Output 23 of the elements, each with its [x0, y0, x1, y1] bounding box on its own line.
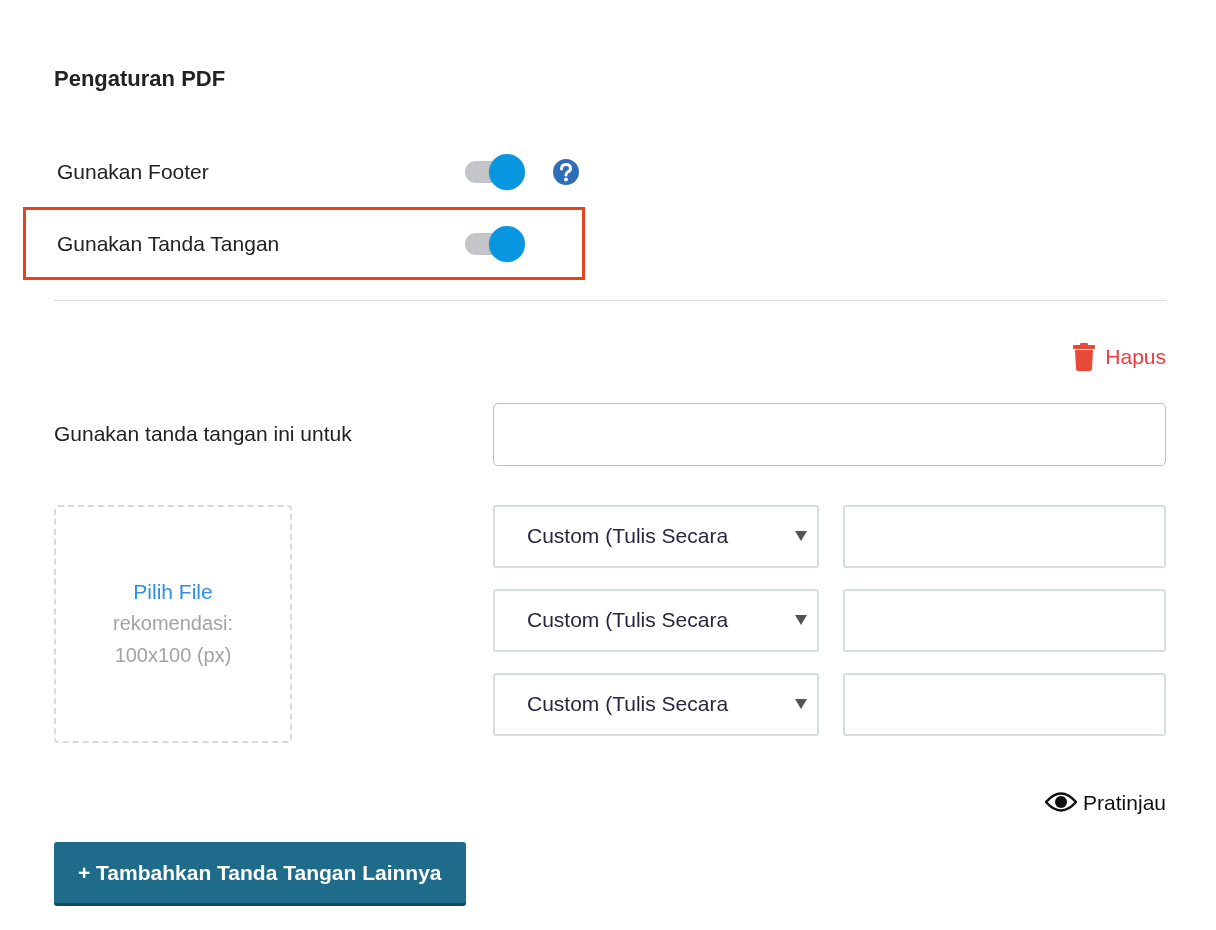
add-signature-button[interactable]: + Tambahkan Tanda Tangan Lainnya — [54, 842, 466, 906]
role-select[interactable]: Custom (Tulis Secara — [493, 504, 819, 568]
name-input[interactable] — [843, 672, 1166, 736]
eye-icon — [1045, 791, 1078, 814]
toggle-switch[interactable] — [465, 153, 525, 190]
help-icon[interactable] — [552, 157, 580, 186]
toggle-switch[interactable] — [465, 225, 525, 262]
usage-input[interactable] — [493, 402, 1166, 466]
role-select[interactable]: Custom (Tulis Secara — [493, 588, 819, 652]
dropdown-caret-icon — [795, 531, 807, 541]
field-label: Gunakan tanda tangan ini untuk — [54, 421, 353, 448]
setting-label: Gunakan Tanda Tangan — [57, 230, 281, 257]
name-input[interactable] — [843, 504, 1166, 568]
trash-icon — [1073, 342, 1096, 371]
setting-label: Gunakan Footer — [57, 158, 210, 185]
dropdown-caret-icon — [795, 615, 807, 625]
upload-hint: rekomendasi: 100x100 (px) — [111, 611, 235, 669]
section-title: Pengaturan PDF — [54, 65, 227, 93]
preview-button[interactable]: Pratinjau — [1045, 786, 1166, 818]
delete-button[interactable]: Hapus — [1073, 341, 1166, 373]
name-input[interactable] — [843, 588, 1166, 652]
dropdown-caret-icon — [795, 699, 807, 709]
role-select[interactable]: Custom (Tulis Secara — [493, 672, 819, 736]
